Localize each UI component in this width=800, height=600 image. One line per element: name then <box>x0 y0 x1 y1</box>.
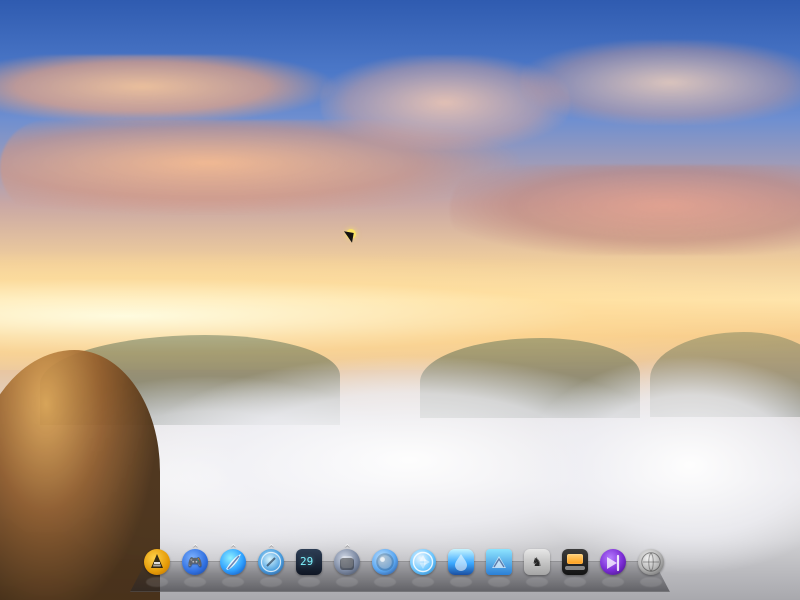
dock-item-stack[interactable]: ^ <box>334 543 360 587</box>
dock-item-reflection <box>640 577 662 587</box>
cloud <box>520 40 800 125</box>
dock-item-drop[interactable] <box>448 549 474 587</box>
laptop-base <box>565 566 585 570</box>
dock-items: ^ 🎮 ^ ^ 29 ^ ♞ <box>144 543 664 587</box>
stack-icon <box>334 549 360 575</box>
vlc-cone <box>151 554 163 568</box>
mouse-cursor-icon <box>343 227 358 243</box>
dock-item-vs[interactable] <box>600 549 626 587</box>
dock-item-reflection <box>564 577 586 587</box>
fog <box>520 355 800 575</box>
vlc-icon <box>144 549 170 575</box>
laptop-screen <box>567 554 583 564</box>
cinema-shape <box>376 553 394 571</box>
dock-item-reflection <box>260 577 282 587</box>
dock-item-reflection <box>298 577 320 587</box>
water-drop-icon <box>448 549 474 575</box>
drop-shape <box>455 554 467 571</box>
dock-item-blueprint[interactable] <box>486 549 512 587</box>
feather-icon <box>220 549 246 575</box>
horse-icon: ♞ <box>524 549 550 575</box>
globe-shape <box>641 552 661 572</box>
terminal-text: 29 <box>300 555 314 568</box>
dock-item-laptop[interactable] <box>562 549 588 587</box>
terminal-icon: 29 <box>296 549 322 575</box>
visual-studio-icon <box>600 549 626 575</box>
dock-item-reflection <box>412 577 434 587</box>
dock-item-terminal[interactable]: 29 <box>296 549 322 587</box>
cloud <box>450 165 800 255</box>
aperture-shape <box>412 551 434 573</box>
stack-shape <box>340 556 354 570</box>
safari-icon <box>258 549 284 575</box>
dock-item-reflection <box>146 577 168 587</box>
cinema-4d-icon <box>372 549 398 575</box>
dock-item-reflection <box>602 577 624 587</box>
dock-item-reflection <box>222 577 244 587</box>
dock-item-aperture[interactable] <box>410 549 436 587</box>
cloud <box>0 55 340 125</box>
globe-icon <box>638 549 664 575</box>
dock-item-globe[interactable] <box>638 549 664 587</box>
dock-item-reflection <box>336 577 358 587</box>
compass <box>260 551 282 573</box>
dock: ^ 🎮 ^ ^ 29 ^ ♞ <box>130 543 670 597</box>
dock-item-reflection <box>450 577 472 587</box>
laptop-icon <box>562 549 588 575</box>
gamepad-icon: 🎮 <box>182 549 208 575</box>
dock-item-vlc[interactable] <box>144 549 170 587</box>
horse-glyph: ♞ <box>531 555 543 569</box>
dock-item-gamepad[interactable]: ^ 🎮 <box>182 543 208 587</box>
dock-item-horse[interactable]: ♞ <box>524 549 550 587</box>
dock-item-reflection <box>184 577 206 587</box>
blueprint-icon <box>486 549 512 575</box>
feather-shape <box>226 554 241 570</box>
aperture-icon <box>410 549 436 575</box>
dock-item-reflection <box>526 577 548 587</box>
blueprint-shape <box>492 556 506 568</box>
dock-item-reflection <box>488 577 510 587</box>
dock-item-reflection <box>374 577 396 587</box>
dock-item-feather[interactable]: ^ <box>220 543 246 587</box>
gamepad-glyph: 🎮 <box>187 555 203 569</box>
dock-item-cinema[interactable] <box>372 549 398 587</box>
vs-shape <box>607 554 620 572</box>
dock-item-safari[interactable]: ^ <box>258 543 284 587</box>
mouse-cursor <box>342 225 368 251</box>
desktop: ^ 🎮 ^ ^ 29 ^ ♞ <box>0 0 800 600</box>
